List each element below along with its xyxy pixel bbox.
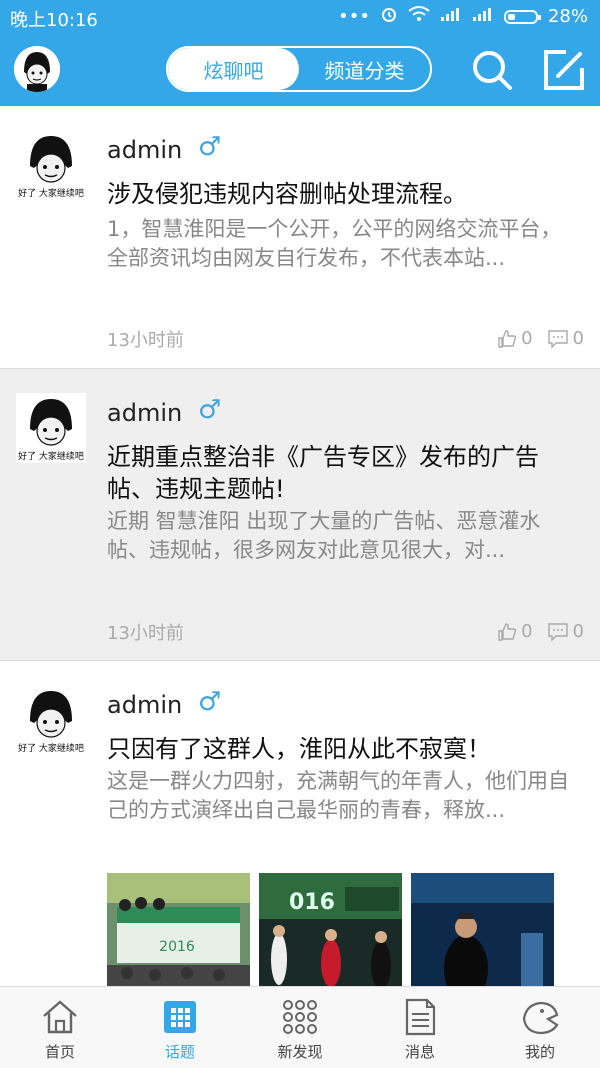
comment-button[interactable]: 0 [547,328,584,349]
header-tabs: 炫聊吧 频道分类 [166,46,432,92]
svg-text:2016: 2016 [159,939,195,955]
avatar-caption: 好了 大家继续吧 [18,187,84,199]
male-icon: ♂ [198,687,222,717]
avatar[interactable]: 好了 大家继续吧 [16,393,86,463]
status-time: 晚上10:16 [10,10,98,31]
author-name[interactable]: admin [107,399,182,427]
app-header: 炫聊吧 频道分类 [0,34,600,106]
avatar-caption: 好了 大家继续吧 [18,450,84,462]
profile-icon [522,1001,559,1035]
tab-xuanliaoba[interactable]: 炫聊吧 [168,48,299,90]
alarm-icon [380,5,398,28]
comment-button[interactable]: 0 [547,621,584,642]
nav-topics-label: 话题 [164,1043,195,1061]
nav-me-label: 我的 [524,1043,555,1061]
author-name[interactable]: admin [107,136,182,164]
tab-channel-categories[interactable]: 频道分类 [299,48,430,90]
post-excerpt: 近期 智慧淮阳 出现了大量的广告帖、恶意灌水帖、违规帖，很多网友对此意见很大，对… [107,509,541,562]
comment-count: 0 [572,328,584,349]
nav-messages-label: 消息 [404,1043,435,1061]
like-button[interactable]: 0 [497,621,533,642]
male-icon: ♂ [198,132,222,162]
avatar[interactable]: 好了 大家继续吧 [16,130,86,200]
nav-home[interactable]: 首页 [0,987,120,1068]
comment-icon [547,329,568,349]
nav-discover[interactable]: 新发现 [240,987,360,1068]
nav-messages[interactable]: 消息 [360,987,480,1068]
post-time: 13小时前 [107,330,184,351]
home-icon [43,1000,77,1034]
message-icon [405,998,436,1036]
author-name[interactable]: admin [107,691,182,719]
nav-me[interactable]: 我的 [480,987,600,1068]
search-icon[interactable] [470,48,514,92]
post-card[interactable]: 好了 大家继续吧 admin ♂ 近期重点整治非《广告专区》发布的广告帖、违规主… [0,369,600,661]
avatar-caption: 好了 大家继续吧 [18,742,84,754]
post-card[interactable]: 好了 大家继续吧 admin ♂ 只因有了这群人，淮阳从此不寂寞！ 这是一群火力… [0,661,600,986]
battery-icon [503,9,541,24]
post-feed[interactable]: 好了 大家继续吧 admin ♂ 涉及侵犯违规内容删帖处理流程。 1，智慧淮阳是… [0,106,600,986]
wifi-icon [408,6,430,27]
post-card[interactable]: 好了 大家继续吧 admin ♂ 涉及侵犯违规内容删帖处理流程。 1，智慧淮阳是… [0,106,600,369]
nav-discover-label: 新发现 [277,1043,323,1061]
bottom-nav: 首页 话题 新发现 消息 我的 [0,986,600,1068]
post-excerpt: 1，智慧淮阳是一个公开，公平的网络交流平台，全部资讯均由网友自行发布，不代表本站… [107,217,562,270]
nav-topics[interactable]: 话题 [120,987,240,1068]
avatar[interactable]: 好了 大家继续吧 [16,685,86,755]
svg-text:016: 016 [289,890,335,915]
event-photo-performers[interactable]: 016 [259,873,402,986]
signal-icon [440,6,462,27]
event-photo-stage[interactable]: 2016 [107,873,250,986]
battery-percent: 28% [547,6,588,27]
post-excerpt: 这是一群火力四射，充满朝气的年青人，他们用自己的方式演绎出自己最华丽的青春，释放… [107,769,569,822]
topics-icon [164,1001,196,1033]
post-title[interactable]: 涉及侵犯违规内容删帖处理流程。 [107,178,577,210]
more-dots-icon: ••• [338,6,370,27]
comment-count: 0 [572,621,584,642]
post-images: 2016 016 [107,873,554,986]
discover-icon [283,1000,317,1034]
status-icons: ••• 28% [338,5,588,28]
post-time: 13小时前 [107,623,184,644]
post-stats: 0 0 [497,328,584,349]
like-button[interactable]: 0 [497,328,533,349]
male-icon: ♂ [198,395,222,425]
event-photo-host[interactable] [411,873,554,986]
like-count: 0 [521,328,533,349]
thumbs-up-icon [498,329,517,348]
post-stats: 0 0 [497,621,584,642]
signal-icon-2 [472,6,494,27]
post-title[interactable]: 近期重点整治非《广告专区》发布的广告帖、违规主题帖! [107,441,577,505]
status-bar: 晚上10:16 ••• 28% [0,0,600,34]
thumbs-up-icon [498,622,517,641]
comment-icon [547,622,568,642]
post-title[interactable]: 只因有了这群人，淮阳从此不寂寞！ [107,733,577,765]
like-count: 0 [521,621,533,642]
user-avatar[interactable] [14,46,60,92]
compose-icon[interactable] [542,48,586,92]
nav-home-label: 首页 [44,1043,75,1061]
